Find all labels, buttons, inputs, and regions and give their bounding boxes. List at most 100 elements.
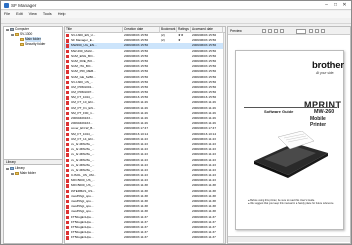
pdf-file-icon — [66, 215, 69, 219]
pdf-file-icon — [66, 148, 69, 152]
pdf-file-icon — [66, 189, 69, 194]
pdf-file-icon — [66, 91, 69, 95]
folder-icon — [14, 33, 19, 36]
printer-illustration — [254, 131, 328, 178]
pdf-file-icon — [66, 96, 69, 100]
menu-tools[interactable]: Tools — [43, 11, 52, 18]
note-line: ● We suggest that you keep this manual i… — [248, 202, 335, 206]
file-title: FT50ugEnUpu... — [71, 235, 94, 240]
toolbar — [1, 19, 351, 24]
preview-label: Preview — [230, 29, 242, 33]
pdf-file-icon — [66, 174, 69, 178]
file-row[interactable]: FT50ugEnUpu... 2009/06/03 11:37 2009/06/03… — [65, 235, 225, 240]
pdf-file-icon — [66, 132, 69, 136]
file-created: 2009/06/03 11:37 — [124, 235, 148, 240]
file-list-scrollbar[interactable] — [223, 32, 225, 243]
column-title[interactable]: Title — [65, 27, 123, 33]
menu-help[interactable]: Help — [58, 11, 66, 18]
pdf-file-icon — [66, 101, 69, 105]
brand-logo: brother — [312, 60, 344, 71]
pdf-file-icon — [66, 184, 69, 188]
window-controls: – □ ✕ — [322, 2, 349, 9]
pdf-file-icon — [66, 117, 69, 121]
file-rating — [177, 235, 191, 240]
pdf-file-icon — [66, 54, 69, 59]
library-header: Library — [4, 159, 62, 165]
minimize-button[interactable]: – — [322, 2, 331, 9]
menu-file[interactable]: File — [4, 11, 10, 18]
expand-toggle-icon[interactable]: − — [11, 33, 14, 36]
pdf-file-icon — [66, 39, 69, 43]
zoom-input[interactable] — [296, 28, 306, 34]
pdf-file-icon — [66, 194, 69, 199]
pdf-file-icon — [66, 163, 69, 168]
close-button[interactable]: ✕ — [340, 2, 349, 9]
column-creation-date[interactable]: Creation date — [123, 27, 160, 33]
column-bookmark[interactable]: Bookmark — [160, 27, 177, 33]
pdf-file-icon — [66, 122, 69, 126]
pdf-file-icon — [66, 70, 69, 74]
maximize-button[interactable]: □ — [331, 2, 340, 9]
folders-item-label: Security folder — [25, 42, 46, 46]
preview-pane: Preview brother At your side. MPRINT Sof… — [227, 26, 351, 244]
pdf-file-icon — [66, 153, 69, 157]
menu-edit[interactable]: Edit — [16, 11, 23, 18]
first-page-icon[interactable] — [262, 29, 266, 33]
expand-toggle-icon[interactable]: − — [6, 167, 9, 170]
file-accessed: 2009/06/03 11:37 — [192, 235, 216, 240]
pdf-file-icon — [66, 127, 69, 131]
app-icon — [4, 3, 9, 8]
pdf-file-icon — [66, 220, 69, 225]
folders-item[interactable]: Security folder — [4, 42, 62, 47]
pdf-file-icon — [66, 179, 69, 183]
fit-page-icon[interactable] — [321, 29, 325, 33]
zoom-in-icon[interactable] — [315, 29, 319, 33]
file-bookmark — [160, 235, 177, 240]
window-title: SF Manager — [11, 2, 37, 8]
page-notes: ● Before using this printer, be sure to … — [248, 199, 336, 205]
file-list: Title Creation date Bookmark Ratings Acc… — [64, 26, 226, 244]
file-rows: SV-1300_EN_U... 2009/06/03 15:56 (2) ★★ 2009… — [65, 33, 225, 241]
next-page-icon[interactable] — [274, 29, 278, 33]
pdf-file-icon — [66, 85, 69, 90]
pdf-file-icon — [66, 137, 69, 142]
column-ratings[interactable]: Ratings — [177, 27, 191, 33]
pdf-file-icon — [66, 49, 69, 53]
pdf-file-icon — [66, 111, 69, 116]
folder-icon — [19, 43, 24, 46]
folder-icon — [14, 172, 19, 175]
folder-pane: − Computer − SV-1300 Main folder Security fol… — [3, 26, 63, 244]
pdf-file-icon — [66, 65, 69, 69]
zoom-out-icon[interactable] — [309, 29, 313, 33]
pdf-file-icon — [66, 75, 69, 79]
column-accessed-date[interactable]: Accessed date — [191, 27, 223, 33]
model-name: Mobile Printer — [310, 116, 327, 128]
prev-page-icon[interactable] — [268, 29, 272, 33]
title-rule — [244, 107, 337, 108]
drive-icon — [9, 28, 14, 31]
guide-title: Software Guide — [264, 109, 294, 114]
last-page-icon[interactable] — [280, 29, 284, 33]
preview-document-page: brother At your side. MPRINT Software Gu… — [235, 50, 344, 230]
pdf-file-icon — [66, 80, 69, 85]
model-number: MW-260 — [314, 109, 335, 115]
scrollbar-thumb[interactable] — [224, 34, 225, 75]
expand-toggle-icon[interactable]: − — [6, 28, 9, 31]
folder-tree: − Computer − SV-1300 Main folder Security fol… — [4, 27, 62, 47]
pdf-file-icon — [66, 210, 69, 214]
expand-toggle-icon[interactable] — [16, 44, 19, 47]
preview-toolbar: Preview — [228, 27, 350, 35]
library-item[interactable]: − Main folder — [4, 171, 62, 176]
pdf-file-icon — [66, 205, 69, 209]
expand-toggle-icon[interactable]: − — [11, 172, 14, 175]
file-list-header: Title Creation date Bookmark Ratings Acc… — [65, 27, 225, 33]
library-icon — [9, 167, 14, 170]
menu-bar: File Edit View Tools Help — [1, 11, 351, 18]
pdf-file-icon — [66, 34, 69, 38]
pdf-file-icon — [66, 158, 69, 162]
folder-icon — [19, 38, 24, 41]
expand-toggle-icon[interactable] — [16, 39, 19, 42]
pdf-file-icon — [66, 142, 69, 147]
menu-view[interactable]: View — [29, 11, 37, 18]
pdf-file-icon — [66, 236, 69, 240]
